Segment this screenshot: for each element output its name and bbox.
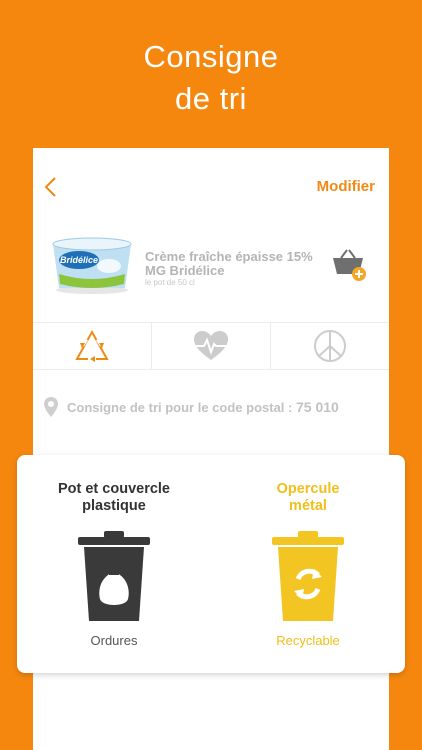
chevron-left-icon: [44, 177, 56, 197]
sorting-title: Opercule métal: [211, 481, 405, 517]
sorting-item-recyclable: Opercule métal Recyclable: [211, 481, 405, 648]
modify-button[interactable]: Modifier: [317, 178, 375, 195]
top-bar: Modifier: [33, 148, 389, 228]
product-name-line-1: Crème fraîche épaisse 15%: [145, 249, 313, 264]
back-button[interactable]: [41, 176, 61, 198]
sorting-title: Pot et couvercle plastique: [17, 481, 211, 517]
sorting-panel: Pot et couvercle plastique Ordures Operc…: [17, 455, 405, 673]
tab-health[interactable]: [152, 323, 271, 369]
title-line-2: de tri: [175, 81, 247, 116]
tab-environment[interactable]: [271, 323, 389, 369]
add-to-basket-button[interactable]: [331, 248, 367, 282]
postal-code-prefix: Consigne de tri pour le code postal :: [67, 400, 293, 415]
sorting-title-line-1: Opercule: [276, 481, 340, 497]
basket-add-icon: [333, 249, 366, 281]
recycle-icon: [75, 329, 109, 362]
title-line-1: Consigne: [143, 39, 279, 74]
location-info: Consigne de tri pour le code postal : 75…: [43, 396, 339, 418]
product-summary: Bridélice Crème fraîche épaisse 15% MG B…: [33, 236, 389, 306]
category-tabs: [33, 322, 389, 370]
page-title: Consigne de tri: [0, 36, 422, 120]
sorting-item-trash: Pot et couvercle plastique Ordures: [17, 481, 211, 648]
trash-bin-icon: [78, 531, 150, 621]
bin-label-trash: Ordures: [90, 633, 138, 648]
product-image: Bridélice: [52, 237, 132, 294]
sorting-title-line-1: Pot et couvercle: [57, 481, 170, 497]
svg-text:Bridélice: Bridélice: [60, 255, 98, 265]
peace-icon: [314, 330, 346, 362]
product-name: Crème fraîche épaisse 15% MG Bridélice: [145, 250, 315, 278]
sorting-title-line-2: métal: [289, 498, 327, 514]
postal-code-text: Consigne de tri pour le code postal : 75…: [67, 399, 339, 415]
postal-code-value: 75 010: [295, 399, 339, 415]
product-name-line-2: MG Bridélice: [145, 263, 225, 278]
heart-pulse-icon: [194, 331, 228, 360]
bin-label-recyclable: Recyclable: [276, 633, 340, 648]
sorting-title-line-2: plastique: [82, 498, 146, 514]
product-size: le pot de 50 cl: [145, 278, 195, 287]
tab-recycling[interactable]: [33, 323, 152, 369]
recycle-bin-icon: [272, 531, 344, 621]
map-pin-icon: [44, 397, 58, 417]
